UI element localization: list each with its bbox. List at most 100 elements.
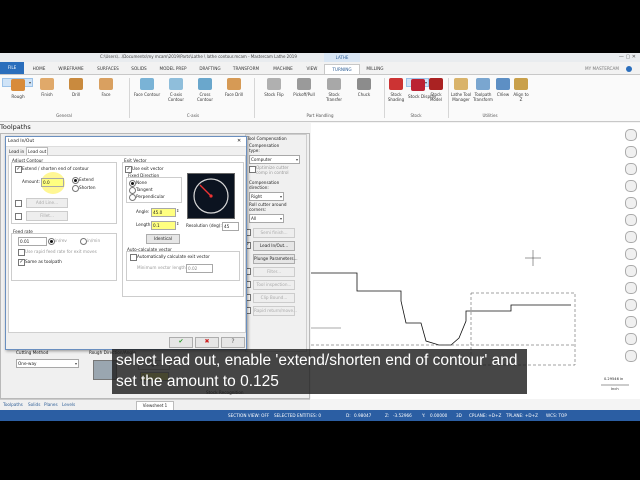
auto-calc-checkbox[interactable] (130, 254, 137, 261)
help-icon[interactable] (626, 66, 632, 72)
perpendicular-radio[interactable] (129, 194, 136, 201)
help-button[interactable]: ? (221, 337, 245, 348)
toolpath-transform-button[interactable]: Toolpath Transform (472, 78, 494, 102)
optimize-checkbox[interactable] (249, 166, 256, 173)
tab-milling[interactable]: MILLING (361, 64, 389, 73)
stock-transfer-button[interactable]: Stock Transfer (320, 78, 348, 102)
ok-button[interactable]: ✔ (169, 337, 193, 348)
zoom-window-icon[interactable] (625, 146, 637, 158)
tab-view[interactable]: VIEW (302, 64, 322, 73)
identical-button[interactable]: Identical (146, 234, 180, 244)
rough-button[interactable]: Rough (2, 78, 33, 99)
section-view-status[interactable]: SECTION VIEW: OFF (228, 413, 269, 418)
3d-mode-status[interactable]: 3D (456, 413, 462, 418)
per-rev-radio[interactable] (48, 238, 55, 245)
angle-spinner-icon[interactable]: ⇕ (176, 208, 179, 213)
extend-radio[interactable] (72, 177, 79, 184)
tab-wireframe[interactable]: WIREFRAME (54, 64, 88, 73)
face-contour-button[interactable]: Face Contour (133, 78, 161, 97)
tplane-status[interactable]: TPLANE: +D+Z (506, 413, 538, 418)
fillet-button[interactable]: Fillet... (26, 211, 68, 221)
tab-levels[interactable]: Levels (62, 402, 75, 407)
face-button[interactable]: Face (92, 78, 120, 97)
cplane-status[interactable]: CPLANE: +D+Z (469, 413, 501, 418)
view-front-icon[interactable] (625, 214, 637, 226)
fillet-checkbox[interactable] (15, 213, 22, 220)
tab-turning[interactable]: TURNING (324, 64, 360, 74)
tab-surfaces[interactable]: SURFACES (92, 64, 124, 73)
wireframe-icon[interactable] (625, 282, 637, 294)
none-radio[interactable] (129, 180, 136, 187)
min-vector-field[interactable]: 0.02 (186, 264, 213, 273)
filter-button[interactable]: Filter... (253, 267, 295, 277)
lead-in-out-button[interactable]: Lead In/Out... (253, 241, 295, 251)
c-axis-contour-button[interactable]: C-axis Contour (162, 78, 190, 102)
vector-dial[interactable] (187, 173, 235, 219)
tab-solids[interactable]: Solids (28, 402, 40, 407)
cancel-button[interactable]: ✖ (195, 337, 219, 348)
stock-model-button[interactable]: Stock Model (426, 78, 446, 102)
exit-angle-field[interactable]: 45.0 (151, 208, 176, 217)
tab-machine[interactable]: MACHINE (268, 64, 298, 73)
cview-button[interactable]: CView (494, 78, 512, 97)
align-to-z-button[interactable]: Align to Z (512, 78, 530, 102)
window-controls-icon[interactable]: — ▢ ✕ (619, 54, 636, 60)
resolution-field[interactable]: 45 (222, 222, 239, 231)
cutting-method-select[interactable]: One-way (16, 359, 79, 368)
roll-cutter-select[interactable]: All (249, 214, 284, 223)
add-line-button[interactable]: Add Line... (26, 198, 68, 208)
delete-icon[interactable] (625, 316, 637, 328)
plunge-parameters-button[interactable]: Plunge Parameters... (253, 254, 298, 264)
cross-contour-button[interactable]: Cross Contour (191, 78, 219, 102)
stock-flip-button[interactable]: Stock Flip (260, 78, 288, 97)
wcs-status[interactable]: WCS: TOP (546, 413, 567, 418)
tab-home[interactable]: HOME (28, 64, 50, 73)
zoom-out-icon[interactable] (625, 180, 637, 192)
zoom-in-icon[interactable] (625, 163, 637, 175)
levels-icon[interactable] (625, 333, 637, 345)
tab-drafting[interactable]: DRAFTING (195, 64, 225, 73)
tab-model-prep[interactable]: MODEL PREP (155, 64, 191, 73)
my-mastercam-link[interactable]: MY MASTERCAM (582, 64, 622, 73)
extend-shorten-checkbox[interactable]: ✓ (15, 166, 22, 173)
per-min-radio[interactable] (80, 238, 87, 245)
settings-icon[interactable] (625, 350, 637, 362)
chuck-button[interactable]: Chuck (350, 78, 378, 97)
analyze-icon[interactable] (625, 299, 637, 311)
add-line-checkbox[interactable] (15, 200, 22, 207)
tangent-radio[interactable] (129, 187, 136, 194)
view-iso-icon[interactable] (625, 248, 637, 260)
roll-cutter-label: Roll cutter around corners: (249, 202, 287, 212)
tool-inspection-button[interactable]: Tool inspection... (253, 280, 295, 290)
drill-button[interactable]: Drill (62, 78, 90, 97)
tab-planes[interactable]: Planes (44, 402, 58, 407)
zoom-fit-icon[interactable] (625, 129, 637, 141)
tab-lead-in[interactable]: Lead in (9, 149, 24, 154)
pickoff-pull-button[interactable]: Pickoff/Pull (290, 78, 318, 97)
length-spinner-icon[interactable]: ⇕ (176, 221, 179, 226)
stock-shading-button[interactable]: Stock Shading (386, 78, 406, 102)
rapid-feed-checkbox[interactable] (18, 249, 25, 256)
feed-rate-field[interactable]: 0.01 (18, 237, 47, 246)
face-drill-button[interactable]: Face Drill (220, 78, 248, 97)
shading-icon[interactable] (625, 265, 637, 277)
clip-bound-button[interactable]: Clip Bound... (253, 293, 295, 303)
close-icon[interactable]: ✕ (237, 138, 241, 144)
shorten-radio[interactable] (72, 185, 79, 192)
tab-lead-out[interactable]: Lead out (28, 149, 46, 154)
view-right-icon[interactable] (625, 231, 637, 243)
lathe-tool-manager-button[interactable]: Lathe Tool Manager (450, 78, 472, 102)
comp-direction-select[interactable]: Right (249, 192, 284, 201)
comp-type-select[interactable]: Computer (249, 155, 300, 164)
tab-file[interactable]: FILE (0, 62, 24, 74)
length-field[interactable]: 0.1 (151, 221, 176, 230)
tab-solids[interactable]: SOLIDS (127, 64, 151, 73)
tab-transform[interactable]: TRANSFORM (229, 64, 263, 73)
per-min-label: in/min (87, 238, 101, 243)
semi-finish-button[interactable]: Semi finish... (253, 228, 295, 238)
rapid-return-button[interactable]: Rapid return/move... (253, 306, 297, 316)
view-top-icon[interactable] (625, 197, 637, 209)
amount-field[interactable]: 0.0 (41, 178, 64, 187)
finish-button[interactable]: Finish (33, 78, 61, 97)
tab-toolpaths[interactable]: Toolpaths (3, 402, 23, 407)
